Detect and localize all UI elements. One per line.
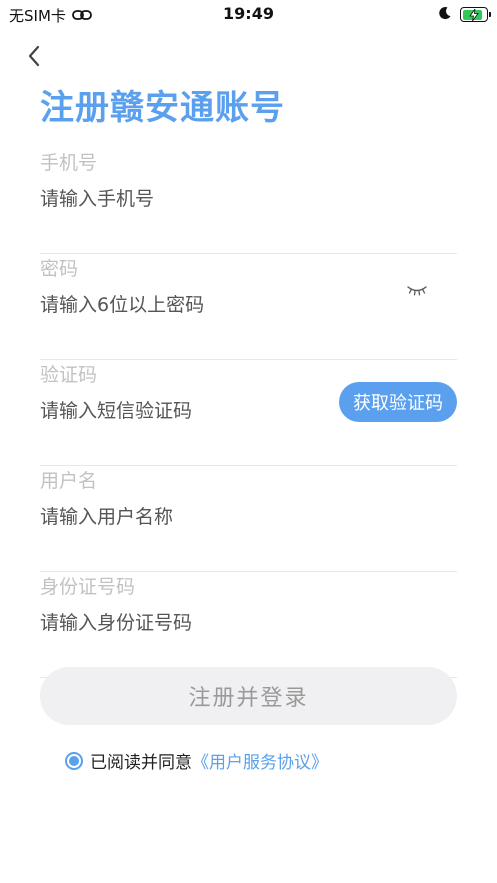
agree-radio-dot xyxy=(69,755,79,766)
agreement-text: 已阅读并同意 xyxy=(90,753,192,773)
agreement-row: 已阅读并同意 《用户服务协议》 xyxy=(65,748,328,773)
id-number-input[interactable] xyxy=(40,608,330,638)
code-input[interactable] xyxy=(40,396,330,426)
status-right xyxy=(438,5,491,24)
clock: 19:49 xyxy=(223,4,274,23)
username-label: 用户名 xyxy=(40,470,98,492)
username-field: 用户名 xyxy=(40,466,457,572)
password-label: 密码 xyxy=(40,258,79,280)
charging-bolt-icon xyxy=(461,8,487,21)
chevron-left-icon xyxy=(28,45,40,67)
moon-icon xyxy=(438,5,452,24)
service-agreement-link[interactable]: 《用户服务协议》 xyxy=(192,748,328,773)
eye-closed-icon[interactable] xyxy=(406,281,428,296)
password-input[interactable] xyxy=(40,290,330,320)
register-login-button[interactable]: 注册并登录 xyxy=(40,667,457,725)
password-field: 密码 xyxy=(40,254,457,360)
id-number-field: 身份证号码 xyxy=(40,572,457,678)
username-input[interactable] xyxy=(40,502,330,532)
phone-label: 手机号 xyxy=(40,152,98,174)
back-button[interactable] xyxy=(22,42,46,70)
get-code-button[interactable]: 获取验证码 xyxy=(339,382,457,422)
code-label: 验证码 xyxy=(40,364,98,386)
id-number-label: 身份证号码 xyxy=(40,576,136,598)
agree-radio[interactable] xyxy=(65,751,83,770)
code-field: 验证码 获取验证码 xyxy=(40,360,457,466)
status-bar: 无SIM卡 19:49 xyxy=(0,0,497,30)
register-screen: 无SIM卡 19:49 注册赣安通账号 手机号 请输入手机号 密码 验证码 请输… xyxy=(0,0,497,883)
page-title: 注册赣安通账号 xyxy=(40,88,285,128)
battery-icon xyxy=(460,7,491,22)
phone-input[interactable] xyxy=(40,184,330,214)
phone-field: 手机号 xyxy=(40,148,457,254)
battery-cap xyxy=(489,12,491,17)
